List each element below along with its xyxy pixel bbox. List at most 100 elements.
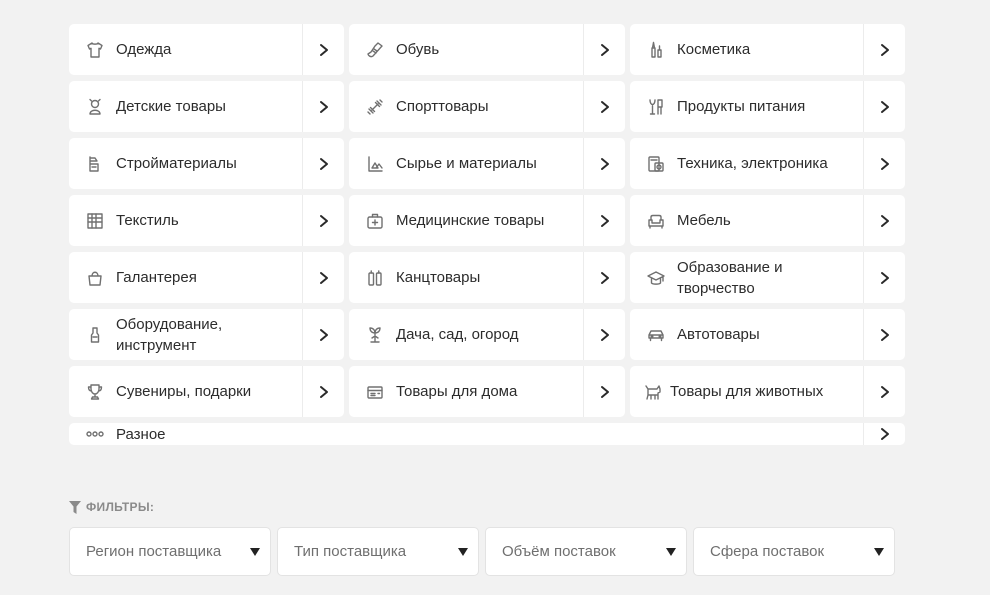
category-arrow[interactable]	[863, 309, 905, 360]
category-label: Товары для животных	[670, 383, 824, 400]
category-label: Текстиль	[116, 212, 179, 229]
category-arrow[interactable]	[863, 252, 905, 303]
chevron-right-icon	[880, 100, 889, 113]
category-arrow[interactable]	[302, 195, 344, 246]
category-grid: Одежда Обувь Косметика Детские товары Сп…	[69, 24, 905, 445]
category-label: Разное	[116, 425, 166, 443]
category-arrow[interactable]	[583, 138, 625, 189]
category-clothing[interactable]: Одежда	[69, 24, 344, 75]
category-label: Товары для дома	[396, 383, 518, 400]
category-label: Одежда	[116, 41, 172, 58]
select-value: Объём поставок	[502, 543, 616, 560]
select-value: Сфера поставок	[710, 543, 825, 560]
caret-down-icon	[874, 547, 884, 556]
category-sports[interactable]: Спорттовары	[349, 81, 625, 132]
chevron-right-icon	[600, 43, 609, 56]
sofa-icon	[645, 210, 667, 232]
category-label: Галантерея	[116, 269, 197, 286]
sphere-select[interactable]: Сфера поставок	[693, 527, 895, 576]
category-garden[interactable]: Дача, сад, огород	[349, 309, 625, 360]
category-arrow[interactable]	[302, 252, 344, 303]
category-label: Стройматериалы	[116, 155, 237, 172]
category-arrow[interactable]	[583, 24, 625, 75]
garden-icon	[364, 324, 386, 346]
volume-select[interactable]: Объём поставок	[485, 527, 687, 576]
category-arrow[interactable]	[863, 366, 905, 417]
select-value: Регион поставщика	[86, 543, 222, 560]
category-equipment[interactable]: Оборудование, инструмент	[69, 309, 344, 360]
category-building-materials[interactable]: Стройматериалы	[69, 138, 344, 189]
category-home[interactable]: Товары для дома	[349, 366, 625, 417]
car-icon	[645, 324, 667, 346]
chevron-right-icon	[319, 271, 328, 284]
caret-down-icon	[458, 547, 468, 556]
caret-down-icon	[666, 547, 676, 556]
supplier-type-select[interactable]: Тип поставщика	[277, 527, 479, 576]
materials-icon	[364, 153, 386, 175]
chevron-right-icon	[880, 385, 889, 398]
chevron-right-icon	[880, 43, 889, 56]
category-kids[interactable]: Детские товары	[69, 81, 344, 132]
category-label: Автотовары	[677, 326, 760, 343]
category-label: Сырье и материалы	[396, 155, 537, 172]
category-misc[interactable]: Разное	[69, 423, 905, 445]
category-arrow[interactable]	[863, 195, 905, 246]
category-arrow[interactable]	[302, 81, 344, 132]
category-auto[interactable]: Автотовары	[630, 309, 905, 360]
region-select[interactable]: Регион поставщика	[69, 527, 271, 576]
textile-icon	[84, 210, 106, 232]
shoe-icon	[364, 39, 386, 61]
category-shoes[interactable]: Обувь	[349, 24, 625, 75]
category-arrow[interactable]	[302, 309, 344, 360]
category-arrow[interactable]	[302, 366, 344, 417]
category-label: Дача, сад, огород	[396, 326, 519, 343]
chevron-right-icon	[880, 328, 889, 341]
caret-down-icon	[250, 547, 260, 556]
category-arrow[interactable]	[583, 252, 625, 303]
trophy-icon	[84, 381, 106, 403]
category-arrow[interactable]	[302, 24, 344, 75]
category-arrow[interactable]	[863, 423, 905, 445]
chevron-right-icon	[600, 214, 609, 227]
construction-icon	[84, 153, 106, 175]
category-arrow[interactable]	[863, 81, 905, 132]
chevron-right-icon	[880, 271, 889, 284]
category-electronics[interactable]: Техника, электроника	[630, 138, 905, 189]
chevron-right-icon	[319, 100, 328, 113]
stationery-icon	[364, 267, 386, 289]
category-haberdashery[interactable]: Галантерея	[69, 252, 344, 303]
category-cosmetics[interactable]: Косметика	[630, 24, 905, 75]
chevron-right-icon	[600, 385, 609, 398]
category-label: Техника, электроника	[677, 155, 828, 172]
category-arrow[interactable]	[583, 366, 625, 417]
category-label: Продукты питания	[677, 98, 806, 115]
category-arrow[interactable]	[583, 309, 625, 360]
category-furniture[interactable]: Мебель	[630, 195, 905, 246]
dumbbell-icon	[364, 96, 386, 118]
chevron-right-icon	[319, 328, 328, 341]
category-pets[interactable]: Товары для животных	[630, 366, 905, 417]
category-souvenirs[interactable]: Сувениры, подарки	[69, 366, 344, 417]
chevron-right-icon	[600, 328, 609, 341]
filters-heading: ФИЛЬТРЫ:	[69, 500, 154, 514]
graduation-icon	[645, 267, 667, 289]
category-arrow[interactable]	[583, 81, 625, 132]
category-arrow[interactable]	[863, 138, 905, 189]
dots-icon	[84, 423, 106, 445]
category-arrow[interactable]	[863, 24, 905, 75]
baby-icon	[84, 96, 106, 118]
shirt-icon	[84, 39, 106, 61]
category-textile[interactable]: Текстиль	[69, 195, 344, 246]
bag-icon	[84, 267, 106, 289]
category-arrow[interactable]	[302, 138, 344, 189]
filters-bar: Регион поставщика Тип поставщика Объём п…	[69, 527, 895, 576]
chevron-right-icon	[600, 271, 609, 284]
chevron-right-icon	[319, 214, 328, 227]
category-raw-materials[interactable]: Сырье и материалы	[349, 138, 625, 189]
category-education[interactable]: Образование и творчество	[630, 252, 905, 303]
category-stationery[interactable]: Канцтовары	[349, 252, 625, 303]
category-food[interactable]: Продукты питания	[630, 81, 905, 132]
category-arrow[interactable]	[583, 195, 625, 246]
category-medical[interactable]: Медицинские товары	[349, 195, 625, 246]
medkit-icon	[364, 210, 386, 232]
